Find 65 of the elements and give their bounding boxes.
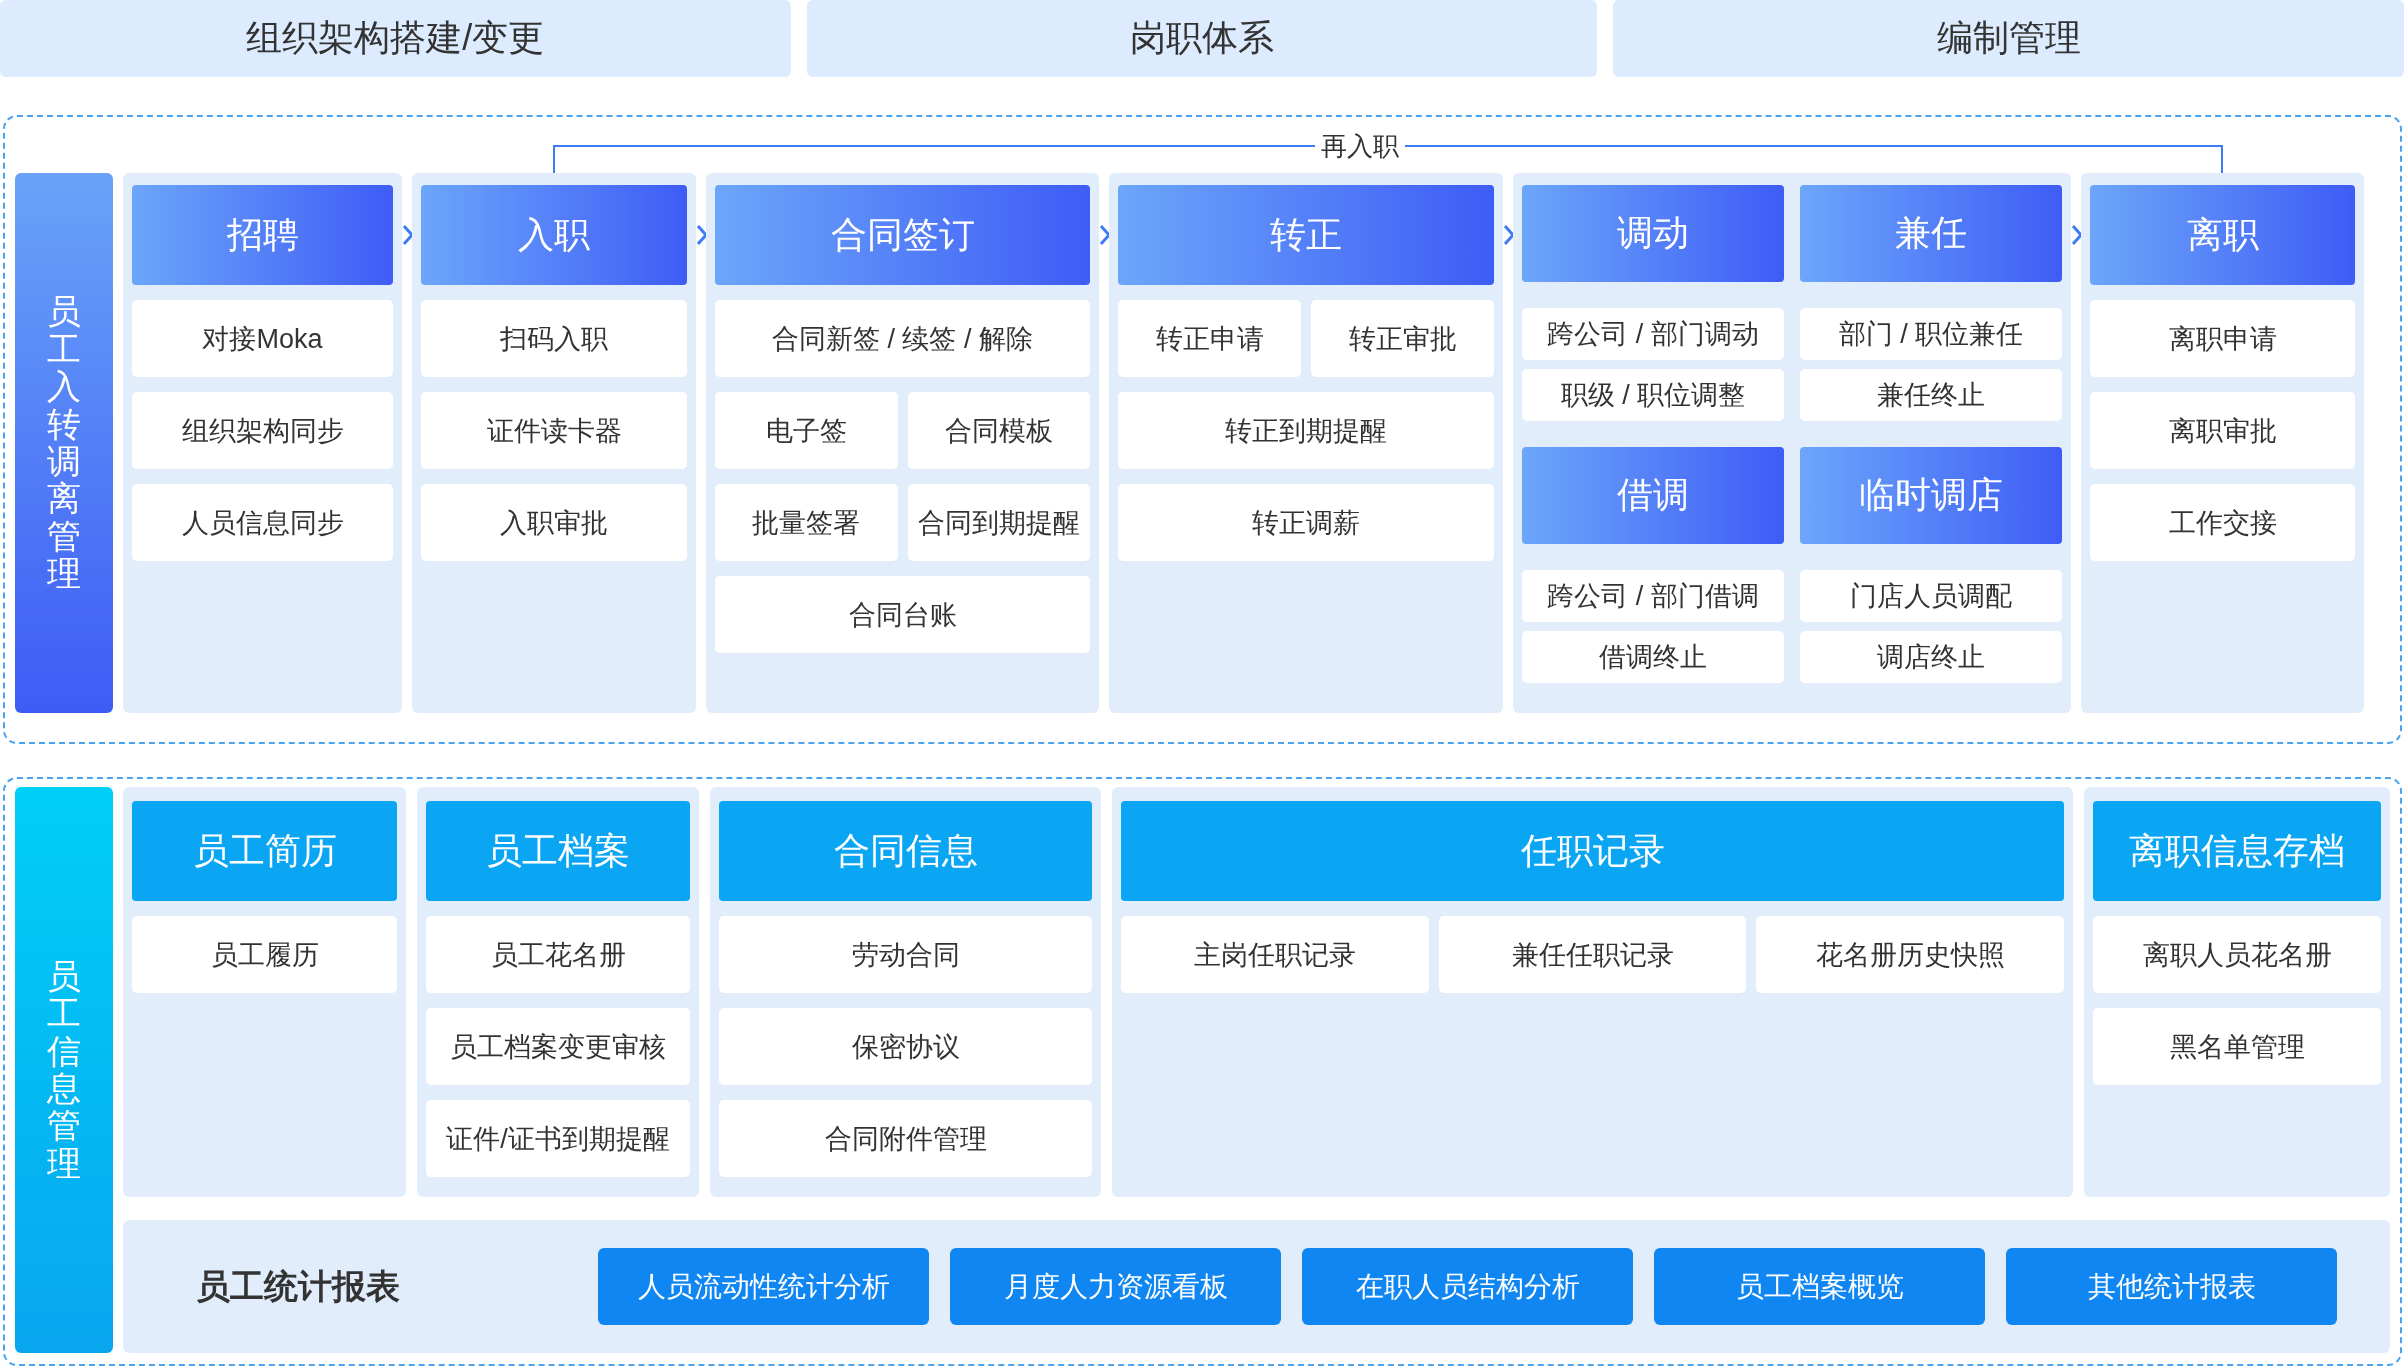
module-tile: 编制管理 xyxy=(1613,0,2404,77)
feature-tile: 黑名单管理 xyxy=(2093,1008,2381,1085)
section-label: 员工入转调离管理 xyxy=(15,173,113,713)
feature-tile: 员工花名册 xyxy=(426,916,690,993)
feature-tile: 离职申请 xyxy=(2090,300,2355,377)
stage-header: 合同签订 xyxy=(715,185,1090,285)
feature-tile: 员工履历 xyxy=(132,916,397,993)
feature-tile: 合同台账 xyxy=(715,576,1090,653)
feature-tile: 入职审批 xyxy=(421,484,687,561)
feature-tile: 证件读卡器 xyxy=(421,392,687,469)
stage-header: 离职 xyxy=(2090,185,2355,285)
feature-tile: 跨公司 / 部门调动 xyxy=(1522,308,1784,360)
record-header: 员工简历 xyxy=(132,801,397,901)
chevron-right-icon xyxy=(1099,224,1111,246)
chevron-right-icon xyxy=(402,224,414,246)
stage-header: 临时调店 xyxy=(1800,447,2062,544)
stage-header: 转正 xyxy=(1118,185,1494,285)
feature-tile: 保密协议 xyxy=(719,1008,1092,1085)
chevron-right-icon xyxy=(1503,224,1515,246)
chevron-right-icon xyxy=(2071,224,2083,246)
reentry-label: 再入职 xyxy=(1320,130,1400,163)
feature-tile: 转正到期提醒 xyxy=(1118,392,1494,469)
feature-tile: 调店终止 xyxy=(1800,631,2062,683)
feature-tile: 跨公司 / 部门借调 xyxy=(1522,570,1784,622)
record-header: 合同信息 xyxy=(719,801,1092,901)
module-tile: 组织架构搭建/变更 xyxy=(0,0,791,77)
stage-header: 招聘 xyxy=(132,185,393,285)
stage-header: 调动 xyxy=(1522,185,1784,282)
section-label: 员工信息管理 xyxy=(15,787,113,1353)
feature-tile: 门店人员调配 xyxy=(1800,570,2062,622)
feature-tile: 证件/证书到期提醒 xyxy=(426,1100,690,1177)
feature-tile: 主岗任职记录 xyxy=(1121,916,1429,993)
feature-tile: 对接Moka xyxy=(132,300,393,377)
feature-tile: 转正调薪 xyxy=(1118,484,1494,561)
feature-tile: 人员信息同步 xyxy=(132,484,393,561)
feature-tile: 离职人员花名册 xyxy=(2093,916,2381,993)
record-header: 任职记录 xyxy=(1121,801,2064,901)
feature-tile: 合同模板 xyxy=(907,392,1090,469)
feature-tile: 组织架构同步 xyxy=(132,392,393,469)
feature-tile: 劳动合同 xyxy=(719,916,1092,993)
feature-tile: 合同到期提醒 xyxy=(907,484,1090,561)
feature-tile: 转正审批 xyxy=(1311,300,1494,377)
feature-tile: 花名册历史快照 xyxy=(1756,916,2064,993)
chevron-right-icon xyxy=(696,224,708,246)
stage-header: 入职 xyxy=(421,185,687,285)
feature-tile: 电子签 xyxy=(715,392,898,469)
report-title: 员工统计报表 xyxy=(196,1265,401,1307)
stage-header: 借调 xyxy=(1522,447,1784,544)
feature-tile: 兼任任职记录 xyxy=(1438,916,1747,993)
feature-tile: 员工档案变更审核 xyxy=(426,1008,690,1085)
stage-header: 兼任 xyxy=(1800,185,2062,282)
feature-tile: 合同附件管理 xyxy=(719,1100,1092,1177)
record-header: 离职信息存档 xyxy=(2093,801,2381,901)
feature-tile: 职级 / 职位调整 xyxy=(1522,369,1784,421)
module-tile: 岗职体系 xyxy=(806,0,1598,77)
feature-tile: 扫码入职 xyxy=(421,300,687,377)
feature-tile: 批量签署 xyxy=(715,484,898,561)
feature-tile: 兼任终止 xyxy=(1800,369,2062,421)
feature-tile: 部门 / 职位兼任 xyxy=(1800,308,2062,360)
feature-tile: 离职审批 xyxy=(2090,392,2355,469)
feature-tile: 借调终止 xyxy=(1522,631,1784,683)
feature-tile: 转正申请 xyxy=(1118,300,1301,377)
feature-tile: 工作交接 xyxy=(2090,484,2355,561)
record-header: 员工档案 xyxy=(426,801,690,901)
feature-tile: 合同新签 / 续签 / 解除 xyxy=(715,300,1090,377)
